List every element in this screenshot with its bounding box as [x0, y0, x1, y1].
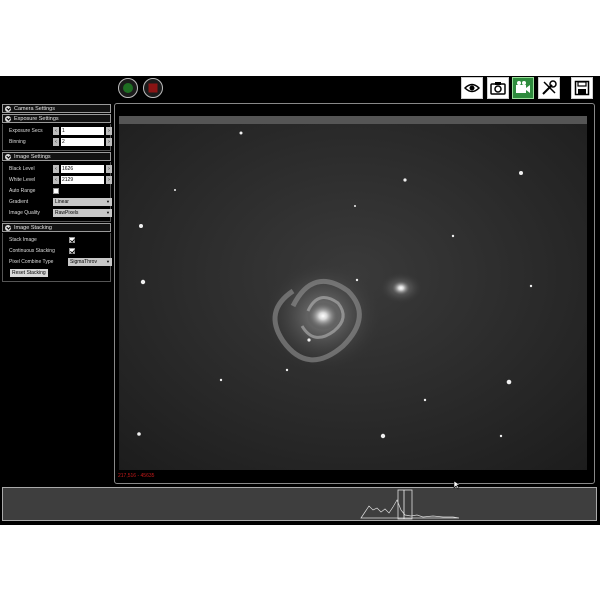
black-level-label: Black Level	[9, 166, 35, 172]
exposure-field[interactable]: 1	[61, 127, 104, 135]
white-level-row: White Level ‹ 2129 ›	[6, 175, 112, 186]
captured-galaxy-image[interactable]	[119, 116, 587, 470]
exposure-settings-header[interactable]: Exposure Settings	[2, 114, 111, 123]
image-quality-value: RawPixels	[55, 210, 79, 216]
chevron-down-icon: ▼	[106, 259, 110, 264]
increment-button[interactable]: ›	[106, 176, 112, 184]
white-level-stepper[interactable]: ‹ 2129 ›	[53, 176, 112, 184]
white-level-label: White Level	[9, 177, 36, 183]
black-level-row: Black Level ‹ 1626 ›	[6, 164, 112, 175]
gradient-select[interactable]: Linear ▼	[53, 198, 112, 206]
stop-icon	[148, 83, 158, 93]
stack-image-row: Stack Image	[6, 235, 107, 246]
tools-icon	[542, 80, 557, 95]
stop-button[interactable]	[143, 78, 163, 98]
decrement-button[interactable]: ‹	[53, 127, 59, 135]
gradient-value: Linear	[55, 199, 69, 205]
play-icon	[123, 83, 133, 93]
pixel-combine-label: Pixel Combine Type	[9, 259, 54, 265]
auto-range-checkbox[interactable]	[53, 188, 59, 194]
image-settings-header[interactable]: Image Settings	[2, 152, 111, 161]
increment-button[interactable]: ›	[106, 127, 112, 135]
stack-image-checkbox[interactable]	[69, 237, 75, 243]
tools-button[interactable]	[538, 77, 560, 99]
pixel-combine-select[interactable]: SigmaThrov ▼	[68, 258, 112, 266]
image-stacking-body: Stack Image Continuous Stacking Pixel Co…	[2, 233, 112, 282]
eye-icon	[464, 83, 480, 93]
camera-settings-title: Camera Settings	[14, 106, 55, 112]
continuous-stacking-label: Continuous Stacking	[9, 248, 55, 254]
gradient-row: Gradient Linear ▼	[6, 197, 112, 208]
binning-label: Binning	[9, 139, 26, 145]
chevron-down-icon	[5, 116, 11, 122]
image-quality-label: Image Quality	[9, 210, 40, 216]
save-icon	[574, 80, 590, 96]
settings-panel: Camera Settings Exposure Settings Exposu…	[2, 104, 112, 283]
histogram-plot	[360, 489, 460, 520]
video-camera-icon	[516, 81, 530, 93]
view-button[interactable]	[461, 77, 483, 99]
save-button[interactable]	[571, 77, 593, 99]
continuous-stacking-checkbox[interactable]	[69, 248, 75, 254]
auto-range-row: Auto Range	[6, 186, 107, 197]
decrement-button[interactable]: ‹	[53, 138, 59, 146]
pixel-combine-row: Pixel Combine Type SigmaThrov ▼	[6, 257, 112, 268]
image-stacking-header[interactable]: Image Stacking	[2, 223, 111, 232]
reset-stacking-button[interactable]: Reset Stacking	[10, 269, 48, 277]
exposure-row: Exposure Secs ‹ 1 ›	[6, 126, 112, 137]
exposure-stepper[interactable]: ‹ 1 ›	[53, 127, 112, 135]
image-quality-select[interactable]: RawPixels ▼	[53, 209, 112, 217]
coordinate-readout: 217,516 - 45635	[118, 473, 155, 479]
black-level-stepper[interactable]: ‹ 1626 ›	[53, 165, 112, 173]
auto-range-label: Auto Range	[9, 188, 36, 194]
chevron-down-icon	[5, 154, 11, 160]
play-button[interactable]	[118, 78, 138, 98]
live-view-button[interactable]	[512, 77, 534, 99]
image-settings-title: Image Settings	[14, 154, 51, 160]
exposure-settings-body: Exposure Secs ‹ 1 › Binning ‹ 2 ›	[2, 124, 112, 151]
binning-stepper[interactable]: ‹ 2 ›	[53, 138, 112, 146]
snapshot-button[interactable]	[487, 77, 509, 99]
decrement-button[interactable]: ‹	[53, 165, 59, 173]
mouse-cursor-icon	[453, 480, 461, 490]
chevron-down-icon: ▼	[106, 199, 110, 204]
reset-row: Reset Stacking	[6, 268, 107, 279]
increment-button[interactable]: ›	[106, 138, 112, 146]
decrement-button[interactable]: ‹	[53, 176, 59, 184]
binning-row: Binning ‹ 2 ›	[6, 137, 112, 148]
image-stacking-title: Image Stacking	[14, 225, 52, 231]
chevron-down-icon: ▼	[106, 210, 110, 215]
camera-settings-header[interactable]: Camera Settings	[2, 104, 111, 113]
image-settings-body: Black Level ‹ 1626 › White Level ‹ 2129 …	[2, 162, 112, 222]
histogram-panel[interactable]	[2, 487, 597, 521]
continuous-stacking-row: Continuous Stacking	[6, 246, 107, 257]
pixel-combine-value: SigmaThrov	[70, 259, 97, 265]
exposure-settings-title: Exposure Settings	[14, 116, 59, 122]
binning-field[interactable]: 2	[61, 138, 104, 146]
chevron-down-icon	[5, 106, 11, 112]
gradient-label: Gradient	[9, 199, 29, 205]
chevron-down-icon	[5, 225, 11, 231]
camera-icon	[490, 82, 506, 95]
image-quality-row: Image Quality RawPixels ▼	[6, 208, 112, 219]
exposure-label: Exposure Secs	[9, 128, 43, 134]
black-level-field[interactable]: 1626	[61, 165, 104, 173]
increment-button[interactable]: ›	[106, 165, 112, 173]
stack-image-label: Stack Image	[9, 237, 37, 243]
white-level-field[interactable]: 2129	[61, 176, 104, 184]
